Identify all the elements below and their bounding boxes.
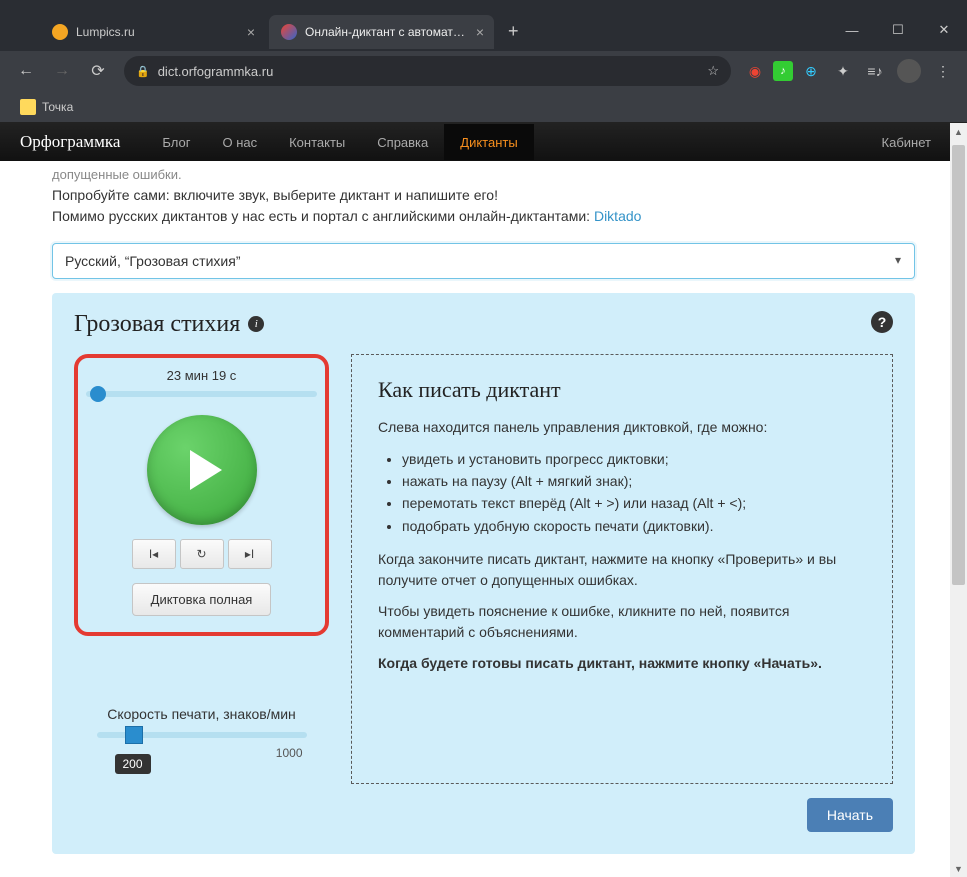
extension-icon[interactable]: ♪ [773, 61, 793, 81]
url-text: dict.orfogrammka.ru [158, 64, 274, 79]
browser-tab-active[interactable]: Онлайн-диктант с автоматичес × [269, 15, 494, 49]
scroll-down-icon[interactable]: ▼ [950, 860, 967, 877]
maximize-button[interactable]: ☐ [875, 12, 921, 48]
start-button[interactable]: Начать [807, 798, 893, 832]
play-icon [190, 450, 222, 490]
tab-favicon [52, 24, 68, 40]
minimize-button[interactable]: — [829, 12, 875, 48]
dictation-card: Грозовая стихия i ? 23 мин 19 с [52, 293, 915, 854]
instructions-panel: Как писать диктант Слева находится панел… [351, 354, 893, 784]
close-icon[interactable]: × [476, 24, 484, 40]
diktado-link[interactable]: Diktado [594, 208, 641, 224]
bookmark-favicon [20, 99, 36, 115]
skip-forward-button[interactable]: ▸I [228, 539, 272, 569]
nav-dictations[interactable]: Диктанты [444, 124, 533, 160]
nav-about[interactable]: О нас [206, 124, 273, 160]
speed-slider[interactable]: 200 [97, 732, 307, 738]
repeat-button[interactable]: ↻ [180, 539, 224, 569]
lock-icon: 🔒 [136, 65, 150, 78]
speed-panel: Скорость печати, знаков/мин 200 100 1000 [74, 706, 329, 760]
dictation-mode-button[interactable]: Диктовка полная [132, 583, 272, 616]
instructions-heading: Как писать диктант [378, 377, 866, 403]
new-tab-button[interactable]: + [498, 21, 529, 42]
nav-blog[interactable]: Блог [146, 124, 206, 160]
tab-title: Онлайн-диктант с автоматичес [305, 25, 470, 39]
play-button[interactable] [147, 415, 257, 525]
scrollbar[interactable]: ▲ ▼ [950, 123, 967, 877]
url-input[interactable]: 🔒 dict.orfogrammka.ru ☆ [124, 56, 731, 86]
card-title: Грозовая стихия i [74, 311, 893, 338]
address-bar: ← → ⟳ 🔒 dict.orfogrammka.ru ☆ ◉ ♪ ⊕ ✦ ≡♪… [0, 51, 967, 91]
skip-back-button[interactable]: I◂ [132, 539, 176, 569]
scrollbar-thumb[interactable] [952, 145, 965, 585]
speed-max: 1000 [276, 746, 303, 760]
speed-thumb[interactable] [125, 726, 143, 744]
nav-help[interactable]: Справка [361, 124, 444, 160]
extensions-menu-icon[interactable]: ✦ [829, 57, 857, 85]
star-icon[interactable]: ☆ [707, 63, 719, 79]
progress-slider[interactable] [86, 391, 317, 397]
profile-avatar[interactable] [897, 59, 921, 83]
player-panel: 23 мин 19 с I◂ ↻ ▸I Диктовка полная [74, 354, 329, 636]
selector-value: Русский, “Грозовая стихия” [65, 253, 240, 269]
nav-contacts[interactable]: Контакты [273, 124, 361, 160]
extension-icon[interactable]: ⊕ [797, 57, 825, 85]
scroll-up-icon[interactable]: ▲ [950, 123, 967, 140]
close-icon[interactable]: × [247, 24, 255, 40]
intro-text: допущенные ошибки. Попробуйте сами: вклю… [52, 161, 915, 227]
tab-favicon [281, 24, 297, 40]
site-nav: Орфограммка Блог О нас Контакты Справка … [0, 123, 967, 161]
close-window-button[interactable]: ✕ [921, 12, 967, 48]
back-button[interactable]: ← [10, 55, 42, 87]
reload-button[interactable]: ⟳ [82, 55, 114, 87]
extension-icon[interactable]: ≡♪ [861, 57, 889, 85]
bookmarks-bar: Точка [0, 91, 967, 123]
bookmark-label: Точка [42, 100, 73, 114]
forward-button[interactable]: → [46, 55, 78, 87]
nav-cabinet[interactable]: Кабинет [866, 124, 947, 160]
duration-label: 23 мин 19 с [167, 368, 237, 383]
browser-tab-strip: Lumpics.ru × Онлайн-диктант с автоматиче… [0, 12, 967, 51]
progress-thumb[interactable] [90, 386, 106, 402]
bookmark-item[interactable]: Точка [12, 95, 81, 119]
extension-icon[interactable]: ◉ [741, 57, 769, 85]
speed-label: Скорость печати, знаков/мин [74, 706, 329, 722]
tab-title: Lumpics.ru [76, 25, 241, 39]
dictation-selector[interactable]: Русский, “Грозовая стихия” [52, 243, 915, 279]
info-icon[interactable]: i [248, 316, 264, 332]
browser-tab[interactable]: Lumpics.ru × [40, 15, 265, 49]
browser-menu-icon[interactable]: ⋮ [929, 57, 957, 85]
help-icon[interactable]: ? [871, 311, 893, 333]
site-brand[interactable]: Орфограммка [20, 132, 120, 152]
